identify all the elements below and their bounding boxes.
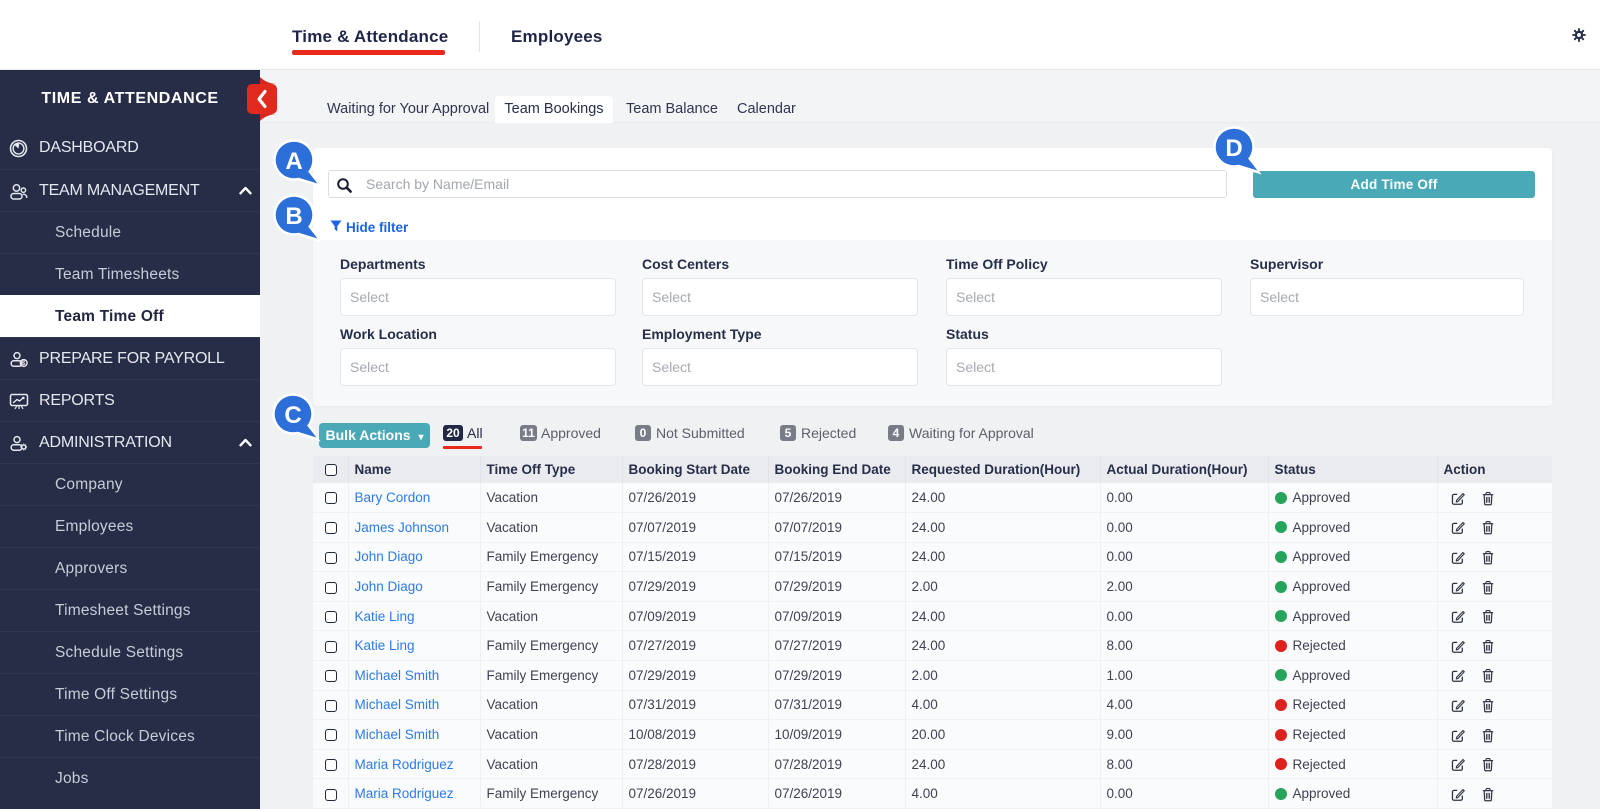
svg-text:B: B xyxy=(285,203,302,230)
svg-text:D: D xyxy=(1225,135,1242,162)
svg-text:A: A xyxy=(285,148,302,175)
svg-text:C: C xyxy=(284,402,301,429)
